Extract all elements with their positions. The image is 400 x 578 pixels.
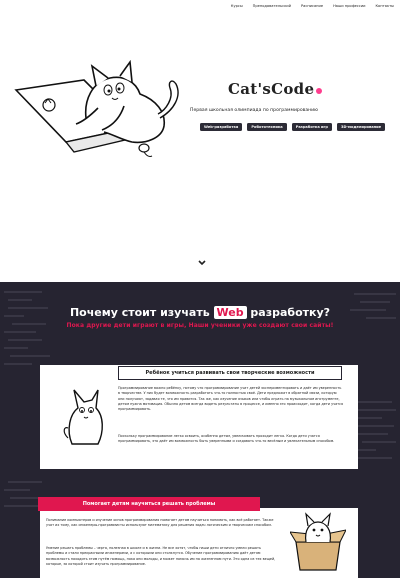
chip-web-dev[interactable]: Web-разработка [200,123,243,131]
cat-in-box-illustration [290,512,346,571]
why-title: Почему стоит изучать Web разработку? [0,306,400,319]
creativity-paragraph-1: Программирование важно ребёнку, потому ч… [118,386,344,412]
chevron-down-icon[interactable] [197,259,207,267]
creativity-heading: Ребёнок учиться развивать свои творчески… [118,366,342,380]
chip-3d-modeling[interactable]: 3D-моделирование [337,123,386,131]
cat-sitting-illustration [63,389,103,445]
problems-paragraph-2: Умение решать проблемы – черта, полезная… [46,546,276,566]
why-title-post: разработку? [246,306,331,319]
why-title-pre: Почему стоит изучать [69,306,214,319]
problems-heading: Помогает детям научиться решать проблемы [38,497,260,511]
why-subtitle: Пока другие дети играют в игры, Наши уче… [66,322,334,329]
hero-chips: Web-разработка Робототехника Разработка … [200,123,386,131]
nav-item-teachers[interactable]: Преподавательский [253,4,291,8]
why-section: Почему стоит изучать Web разработку? Пок… [0,282,400,578]
nav-item-professions[interactable]: Наши профессии [333,4,365,8]
hero-section: Курсы Преподавательский Расписание Наши … [0,0,400,282]
nav-item-courses[interactable]: Курсы [231,4,243,8]
brand-logo: Cat'sCode [228,80,315,98]
cat-laptop-illustration [14,60,179,157]
logo-paw-icon [316,88,322,94]
chip-game-dev[interactable]: Разработка игр [291,123,332,131]
hero-tagline: Первая школьная олимпиада по программиро… [190,108,319,113]
problems-paragraph-1: Понимание компьютеров и изучение основ п… [46,518,274,528]
why-title-highlight: Web [213,306,247,319]
top-nav: Курсы Преподавательский Расписание Наши … [231,4,394,8]
nav-item-contacts[interactable]: Контакты [376,4,395,8]
nav-item-schedule[interactable]: Расписание [301,4,323,8]
chip-robotics[interactable]: Робототехника [247,123,287,131]
creativity-paragraph-2: Поскольку программирование легко освоить… [118,434,335,444]
